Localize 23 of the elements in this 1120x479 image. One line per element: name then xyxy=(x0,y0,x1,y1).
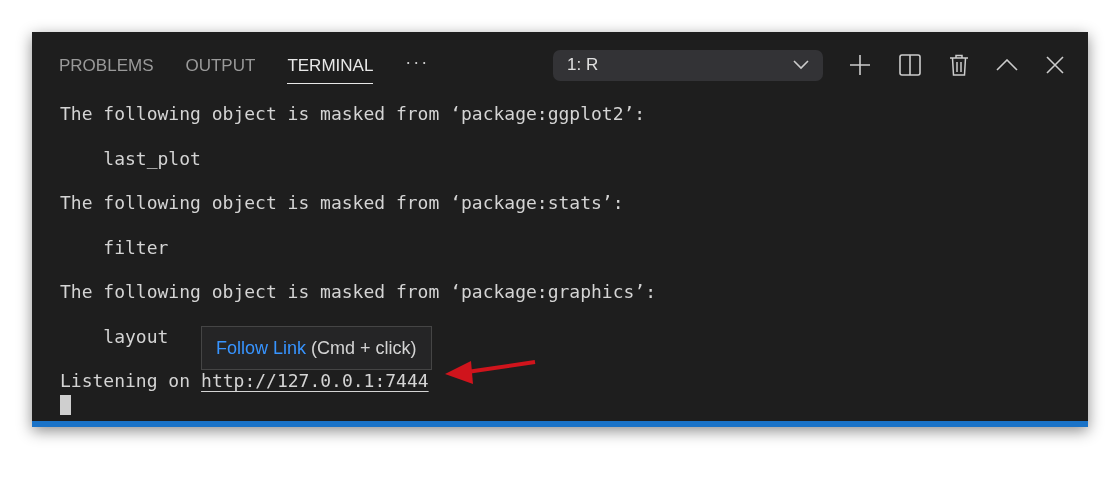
terminal-line: last_plot xyxy=(102,147,201,170)
terminal-line: layout xyxy=(102,325,169,348)
terminal-line: The following object is masked from ‘package:graphics’: xyxy=(60,281,657,303)
chevron-down-icon xyxy=(793,60,809,70)
terminal-line: The following object is masked from ‘package:stats’: xyxy=(60,192,624,214)
terminal-text: Listening on xyxy=(60,370,191,392)
split-icon[interactable] xyxy=(898,54,921,76)
follow-link[interactable]: Follow Link xyxy=(216,337,307,359)
terminal-line: The following object is masked from ‘package:ggplot2’: xyxy=(60,103,646,125)
plus-icon[interactable] xyxy=(849,54,871,76)
panel-tab[interactable]: OUTPUT xyxy=(185,48,256,84)
trash-icon[interactable] xyxy=(948,54,969,76)
chevron-up-icon[interactable] xyxy=(996,59,1019,71)
terminal-dropdown[interactable]: 1: R xyxy=(553,49,823,81)
arrow-icon xyxy=(444,358,537,384)
panel-tab[interactable]: PROBLEMS xyxy=(59,48,154,84)
text-cursor xyxy=(60,395,71,415)
close-icon[interactable] xyxy=(1046,56,1064,74)
tooltip-hint: (Cmd + click) xyxy=(311,337,417,359)
panel-tab[interactable]: TERMINAL xyxy=(287,48,374,84)
terminal-line: filter xyxy=(102,236,169,259)
more-button[interactable]: ··· xyxy=(405,51,430,79)
url-link[interactable]: http://127.0.0.1:7444 xyxy=(201,370,429,391)
